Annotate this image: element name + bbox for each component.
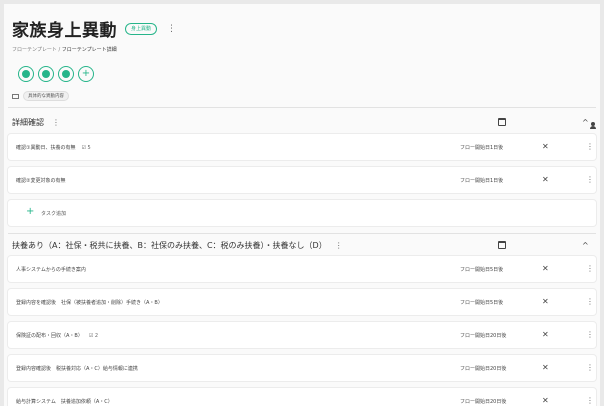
task-row[interactable]: 登録内容確認後 税扶養対応（A・C）給与情報に連携 フロー開始日20日後 ✕ ⋮ — [8, 355, 596, 381]
task-label: 登録内容確認後 税扶養対応（A・C）給与情報に連携 — [16, 366, 138, 372]
breadcrumb: フローテンプレート / フローテンプレート詳細 — [12, 46, 117, 53]
section-kebab-icon[interactable]: ⋮ — [52, 118, 60, 127]
section-kebab-icon[interactable]: ⋮ — [335, 241, 343, 250]
task-label: 給与計算システム 扶養追加依頼（A・C） — [16, 399, 113, 405]
task-row[interactable]: 登録内容を確認後 社保（被扶養者追加・削除）手続き（A・B） フロー開始日5日後… — [8, 289, 596, 315]
section-header: 詳細確認 ⋮ ^ — [12, 114, 600, 130]
category-badge: 身上異動 — [125, 22, 158, 35]
no-assignee-icon[interactable]: ✕ — [542, 142, 549, 151]
task-timing: フロー開始日5日後 — [460, 267, 504, 273]
task-row[interactable]: 人事システムからの手続き案内 フロー開始日5日後 ✕ ⋮ — [8, 256, 596, 282]
filter-chip[interactable]: 具体的な異動内容 — [23, 91, 69, 101]
divider — [8, 233, 596, 234]
action-buttons: + — [18, 66, 94, 82]
breadcrumb-current: フローテンプレート詳細 — [61, 47, 117, 53]
calendar-icon[interactable] — [498, 118, 506, 126]
person-add-icon[interactable] — [18, 66, 34, 82]
task-label: 人事システムからの手続き案内 — [16, 267, 86, 273]
task-label: 保険証の配布・回収（A・B） ☑ 2 — [16, 333, 99, 339]
row-kebab-icon[interactable]: ⋮ — [586, 363, 594, 372]
section-title: 詳細確認 — [12, 117, 44, 127]
page-title: 家族身上異動 — [12, 21, 117, 41]
no-assignee-icon[interactable]: ✕ — [542, 175, 549, 184]
task-label: 登録内容を確認後 社保（被扶養者追加・削除）手続き（A・B） — [16, 300, 163, 306]
no-assignee-icon[interactable]: ✕ — [542, 297, 549, 306]
collapse-icon[interactable]: ^ — [582, 241, 589, 250]
row-kebab-icon[interactable]: ⋮ — [586, 330, 594, 339]
person-icon[interactable] — [590, 122, 596, 130]
task-timing: フロー開始日20日後 — [460, 399, 507, 405]
task-timing: フロー開始日20日後 — [460, 333, 507, 339]
breadcrumb-parent[interactable]: フローテンプレート — [12, 47, 57, 53]
row-kebab-icon[interactable]: ⋮ — [586, 264, 594, 273]
task-label: 確認②変更対象の有無 — [16, 178, 66, 184]
task-timing: フロー開始日1日後 — [460, 178, 504, 184]
divider — [8, 107, 596, 108]
section-header: 扶養あり（A：社保・税共に扶養、B：社保のみ扶養、C：税のみ扶養）・扶養なし（D… — [12, 237, 600, 253]
card-icon[interactable] — [58, 66, 74, 82]
task-row[interactable]: 給与計算システム 扶養追加依頼（A・C） フロー開始日20日後 ✕ ⋮ — [8, 388, 596, 406]
row-kebab-icon[interactable]: ⋮ — [586, 175, 594, 184]
row-kebab-icon[interactable]: ⋮ — [586, 297, 594, 306]
title-row: 家族身上異動 身上異動 ⋮ — [12, 16, 176, 41]
row-kebab-icon[interactable]: ⋮ — [586, 142, 594, 151]
section-title: 扶養あり（A：社保・税共に扶養、B：社保のみ扶養、C：税のみ扶養）・扶養なし（D… — [12, 240, 327, 250]
no-assignee-icon[interactable]: ✕ — [542, 330, 549, 339]
task-timing: フロー開始日5日後 — [460, 300, 504, 306]
collapse-icon[interactable]: ^ — [582, 118, 589, 127]
checklist-count: ☑ 2 — [88, 333, 99, 339]
row-kebab-icon[interactable]: ⋮ — [586, 396, 594, 405]
add-task-row[interactable]: + タスク追加 — [8, 200, 596, 226]
task-timing: フロー開始日20日後 — [460, 366, 507, 372]
filter-row: 具体的な異動内容 — [12, 91, 69, 101]
task-row[interactable]: 確認②変更対象の有無 フロー開始日1日後 ✕ ⋮ — [8, 167, 596, 193]
task-timing: フロー開始日1日後 — [460, 145, 504, 151]
add-task-label: タスク追加 — [41, 211, 67, 217]
calendar-icon[interactable] — [498, 241, 506, 249]
no-assignee-icon[interactable]: ✕ — [542, 363, 549, 372]
folder-icon — [12, 93, 19, 99]
task-row[interactable]: 確認①異動日、扶養の有無 ☑ 5 フロー開始日1日後 ✕ ⋮ — [8, 134, 596, 160]
checklist-count: ☑ 5 — [81, 145, 91, 151]
no-assignee-icon[interactable]: ✕ — [542, 396, 549, 405]
document-icon[interactable] — [38, 66, 54, 82]
breadcrumb-separator: / — [58, 47, 61, 53]
no-assignee-icon[interactable]: ✕ — [542, 264, 549, 273]
task-label: 確認①異動日、扶養の有無 ☑ 5 — [16, 145, 91, 151]
add-task-plus-icon: + — [26, 206, 35, 217]
page-frame: 家族身上異動 身上異動 ⋮ フローテンプレート / フローテンプレート詳細 + … — [4, 4, 600, 406]
plus-icon[interactable]: + — [78, 66, 94, 82]
task-row[interactable]: 保険証の配布・回収（A・B） ☑ 2 フロー開始日20日後 ✕ ⋮ — [8, 322, 596, 348]
title-kebab-icon[interactable]: ⋮ — [167, 24, 176, 34]
